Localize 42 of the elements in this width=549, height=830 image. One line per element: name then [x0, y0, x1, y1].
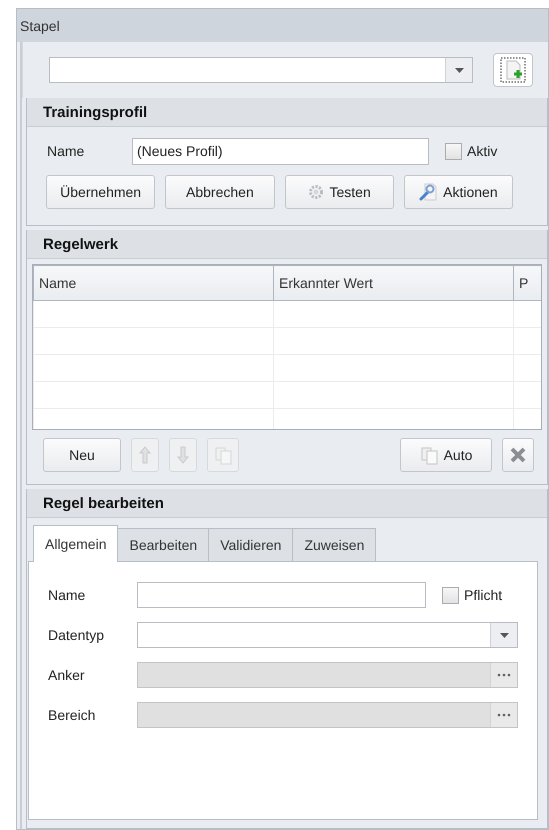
- section-title: Regel bearbeiten: [43, 494, 164, 512]
- action-button[interactable]: Abbrechen: [165, 175, 274, 209]
- delete-icon: [509, 446, 527, 464]
- checkbox[interactable]: Aktiv: [445, 142, 498, 160]
- input-field[interactable]: [137, 582, 426, 608]
- field-label: Name: [47, 143, 86, 159]
- dropdown-arrow-icon: [500, 632, 508, 638]
- action-button[interactable]: Aktionen: [404, 175, 513, 209]
- ellipsis-icon: [497, 673, 511, 677]
- delete-button[interactable]: [502, 438, 534, 472]
- down-arrow-icon: [176, 446, 190, 464]
- action-button[interactable]: Auto: [400, 438, 492, 472]
- new-document-icon: [500, 57, 526, 83]
- dropdown-field[interactable]: [137, 622, 518, 648]
- tab[interactable]: Validieren: [208, 528, 294, 561]
- section-title: Regelwerk: [43, 236, 118, 252]
- checkbox[interactable]: Pflicht: [442, 586, 502, 604]
- field-label: Datentyp: [48, 627, 106, 643]
- ellipsis-icon: [497, 713, 511, 717]
- panel-title: Stapel: [20, 18, 60, 34]
- batch-dropdown[interactable]: [49, 57, 473, 83]
- section-title: Trainingsprofil: [43, 104, 148, 120]
- action-button[interactable]: Testen: [284, 175, 394, 209]
- new-document-button[interactable]: [493, 53, 533, 87]
- dropdown-arrow-icon: [454, 68, 464, 72]
- copy-icon: [214, 445, 232, 465]
- field-label: Bereich: [48, 707, 96, 723]
- copy-icon: [420, 445, 438, 465]
- up-arrow-icon: [138, 446, 152, 464]
- field-label: Name: [48, 587, 86, 603]
- tab[interactable]: Bearbeiten: [117, 528, 210, 561]
- column-header[interactable]: Erkannter Wert: [274, 266, 514, 300]
- column-header[interactable]: P: [514, 266, 541, 300]
- column-header[interactable]: Name: [34, 266, 274, 300]
- tab[interactable]: Zuweisen: [292, 528, 376, 561]
- field-label: Anker: [48, 667, 86, 683]
- wrench-icon: [419, 183, 438, 201]
- gear-icon: [308, 184, 324, 200]
- action-button[interactable]: Übernehmen: [46, 175, 156, 209]
- name-input[interactable]: (Neues Profil): [132, 138, 429, 164]
- tab[interactable]: Allgemein: [33, 525, 118, 562]
- action-button[interactable]: Neu: [43, 438, 121, 472]
